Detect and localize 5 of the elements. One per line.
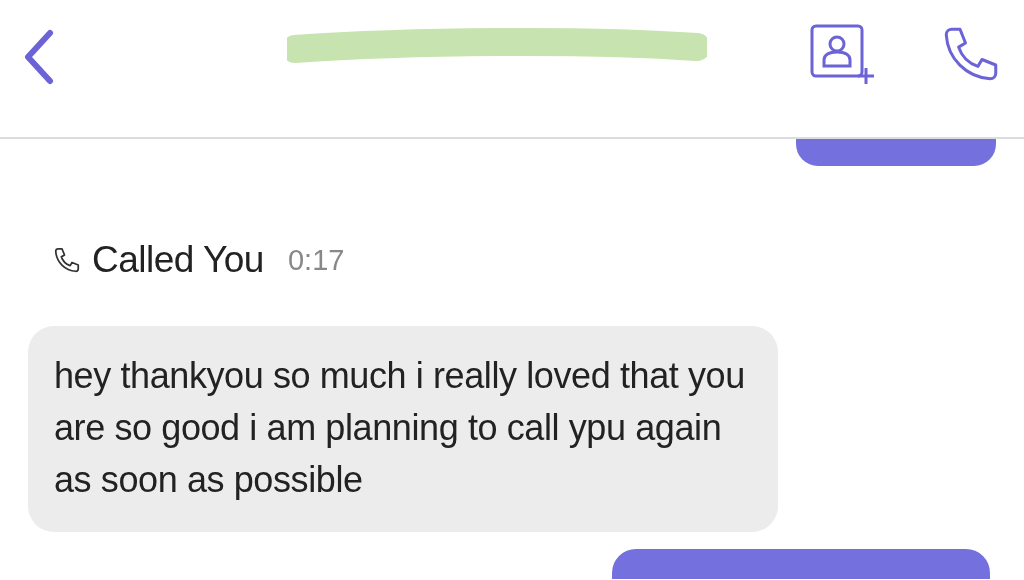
call-label: Called You xyxy=(92,239,264,281)
phone-icon xyxy=(52,245,82,275)
incoming-message-bubble: hey thankyou so much i really loved that you are so good i am planning to call ypu again as soon as possible xyxy=(28,326,778,532)
call-duration: 0:17 xyxy=(287,243,345,277)
back-icon[interactable] xyxy=(22,28,56,85)
